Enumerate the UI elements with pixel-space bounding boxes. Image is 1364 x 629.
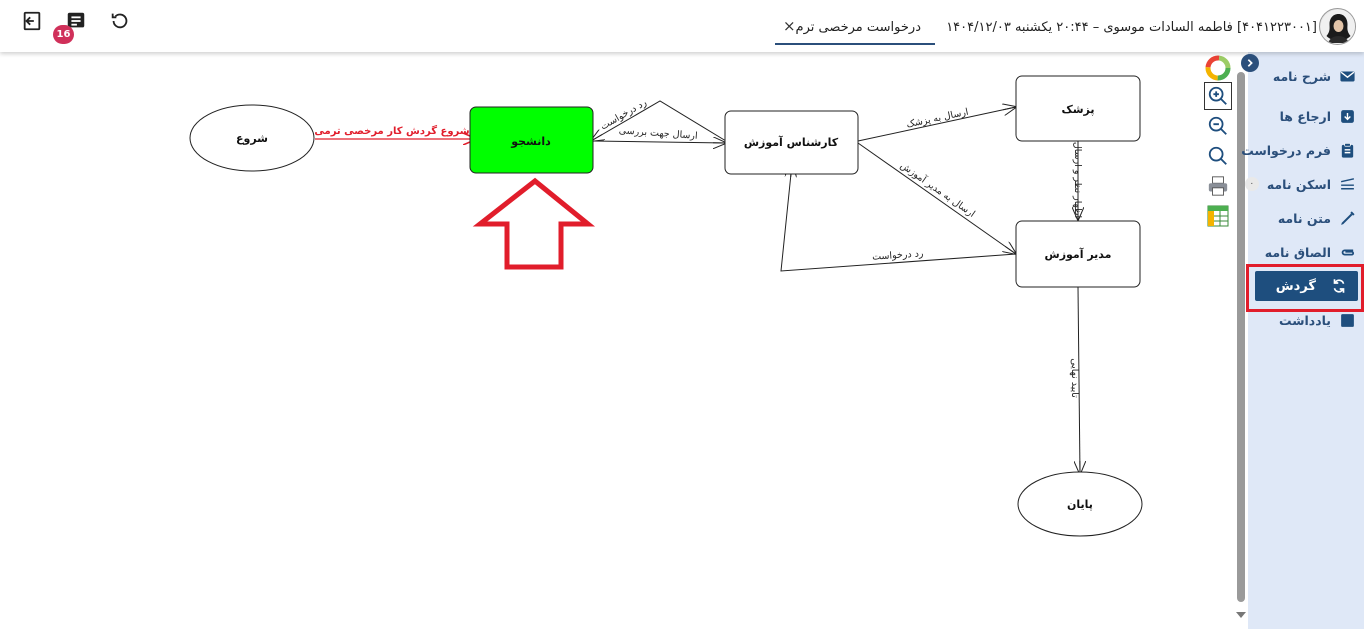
- edge-label-to-manager: ارسال به مدیر آموزش: [898, 158, 978, 219]
- sidebar-item-letter-description[interactable]: شرح نامه: [1273, 64, 1356, 88]
- edge-start-to-student: شروع گردش کار مرخصی ترمی: [314, 124, 476, 139]
- node-student[interactable]: دانشجو: [469, 106, 594, 174]
- note-icon: [1341, 313, 1354, 327]
- edge-label-start: شروع گردش کار مرخصی ترمی: [314, 124, 469, 137]
- edge-label-doctor-to-manager: اظهار نظر و ارسال: [1072, 142, 1083, 218]
- zoom-fit-icon[interactable]: [1204, 142, 1232, 170]
- sidebar-item-label: اسکن نامه: [1266, 176, 1331, 192]
- sidebar-item-request-form[interactable]: فرم درخواست: [1241, 138, 1356, 162]
- edge-expert-to-doctor: ارسال به پزشک: [857, 107, 1016, 142]
- node-manager-label: مدیر آموزش: [1045, 247, 1112, 261]
- edge-label-review: ارسال جهت بررسی: [618, 125, 698, 141]
- node-expert[interactable]: کارشناس آموزش: [724, 110, 859, 175]
- edge-doctor-to-manager: اظهار نظر و ارسال: [1072, 141, 1083, 220]
- sidebar-item-label: الصاق نامه: [1264, 244, 1331, 260]
- node-end-label: پایان: [1067, 498, 1093, 511]
- sidebar-item-referrals[interactable]: ارجاع ها: [1280, 104, 1356, 128]
- sidebar-item-attach[interactable]: الصاق نامه: [1265, 240, 1356, 264]
- node-expert-label: کارشناس آموزش: [744, 135, 839, 149]
- chart-icon[interactable]: [1204, 54, 1232, 82]
- exit-icon[interactable]: [19, 8, 45, 34]
- avatar[interactable]: [1319, 8, 1356, 45]
- node-start[interactable]: شروع: [189, 104, 315, 172]
- zoom-out-icon[interactable]: [1204, 112, 1232, 140]
- sidebar-item-label: ارجاع ها: [1279, 108, 1331, 124]
- edge-manager-to-end: تایید نهایی: [1069, 286, 1080, 474]
- node-start-label: شروع: [236, 132, 268, 145]
- sidebar-item-label: گردش: [1275, 278, 1316, 294]
- sidebar-item-label: فرم درخواست: [1241, 142, 1331, 158]
- edge-label-final-approval: تایید نهایی: [1069, 358, 1080, 398]
- clipboard-icon: [1341, 142, 1354, 158]
- tab-close-icon[interactable]: ×: [783, 17, 796, 35]
- scroll-down-icon[interactable]: [1236, 612, 1246, 618]
- notification-badge: 16: [53, 25, 74, 44]
- top-bar: 16 درخواست مرخصی ترم × [۴۰۴۱۲۲۳۰۰۱] فاطم…: [0, 0, 1364, 52]
- workflow-diagram: شروع گردش کار مرخصی ترمی ارسال جهت بررسی…: [0, 52, 1235, 629]
- highlight-arrow-icon: [472, 177, 596, 270]
- forward-icon: [1341, 109, 1354, 123]
- node-end[interactable]: پایان: [1017, 471, 1143, 537]
- envelope-icon: [1340, 71, 1355, 81]
- grid-icon[interactable]: [1204, 202, 1232, 230]
- edge-expert-to-manager: ارسال به مدیر آموزش: [857, 142, 1016, 254]
- sidebar-item-label: یادداشت: [1278, 312, 1331, 328]
- sync-icon: [1333, 279, 1345, 293]
- sidebar-item-label: متن نامه: [1277, 210, 1331, 226]
- scanner-icon: [1340, 177, 1355, 189]
- sidebar-item-letter-text[interactable]: متن نامه: [1278, 206, 1356, 230]
- tab-leave-request[interactable]: درخواست مرخصی ترم ×: [775, 12, 935, 45]
- user-info: [۴۰۴۱۲۲۳۰۰۱] فاطمه السادات موسوی – ۲۰:۴۴…: [946, 20, 1317, 35]
- scan-count-badge: ۰: [1244, 177, 1259, 191]
- node-student-label: دانشجو: [510, 135, 551, 148]
- pencil-icon: [1341, 210, 1355, 225]
- node-manager[interactable]: مدیر آموزش: [1015, 220, 1141, 288]
- refresh-icon[interactable]: [107, 8, 133, 34]
- sidebar-item-label: شرح نامه: [1272, 68, 1331, 84]
- edge-manager-reject: رد درخواست: [780, 164, 1017, 272]
- print-icon[interactable]: [1204, 172, 1232, 200]
- zoom-in-icon[interactable]: [1204, 82, 1232, 110]
- tab-label: درخواست مرخصی ترم: [795, 20, 921, 35]
- sidebar-item-workflow[interactable]: گردش: [1255, 271, 1358, 301]
- sidebar-item-scan[interactable]: اسکن نامه ۰: [1244, 172, 1356, 196]
- node-doctor-label: پزشک: [1061, 103, 1094, 116]
- collapse-sidebar-icon[interactable]: [1241, 54, 1259, 72]
- edge-label-manager-reject: رد درخواست: [872, 248, 924, 263]
- edge-label-to-doctor: ارسال به پزشک: [905, 107, 969, 131]
- paperclip-icon: [1341, 248, 1354, 256]
- node-doctor[interactable]: پزشک: [1015, 75, 1141, 142]
